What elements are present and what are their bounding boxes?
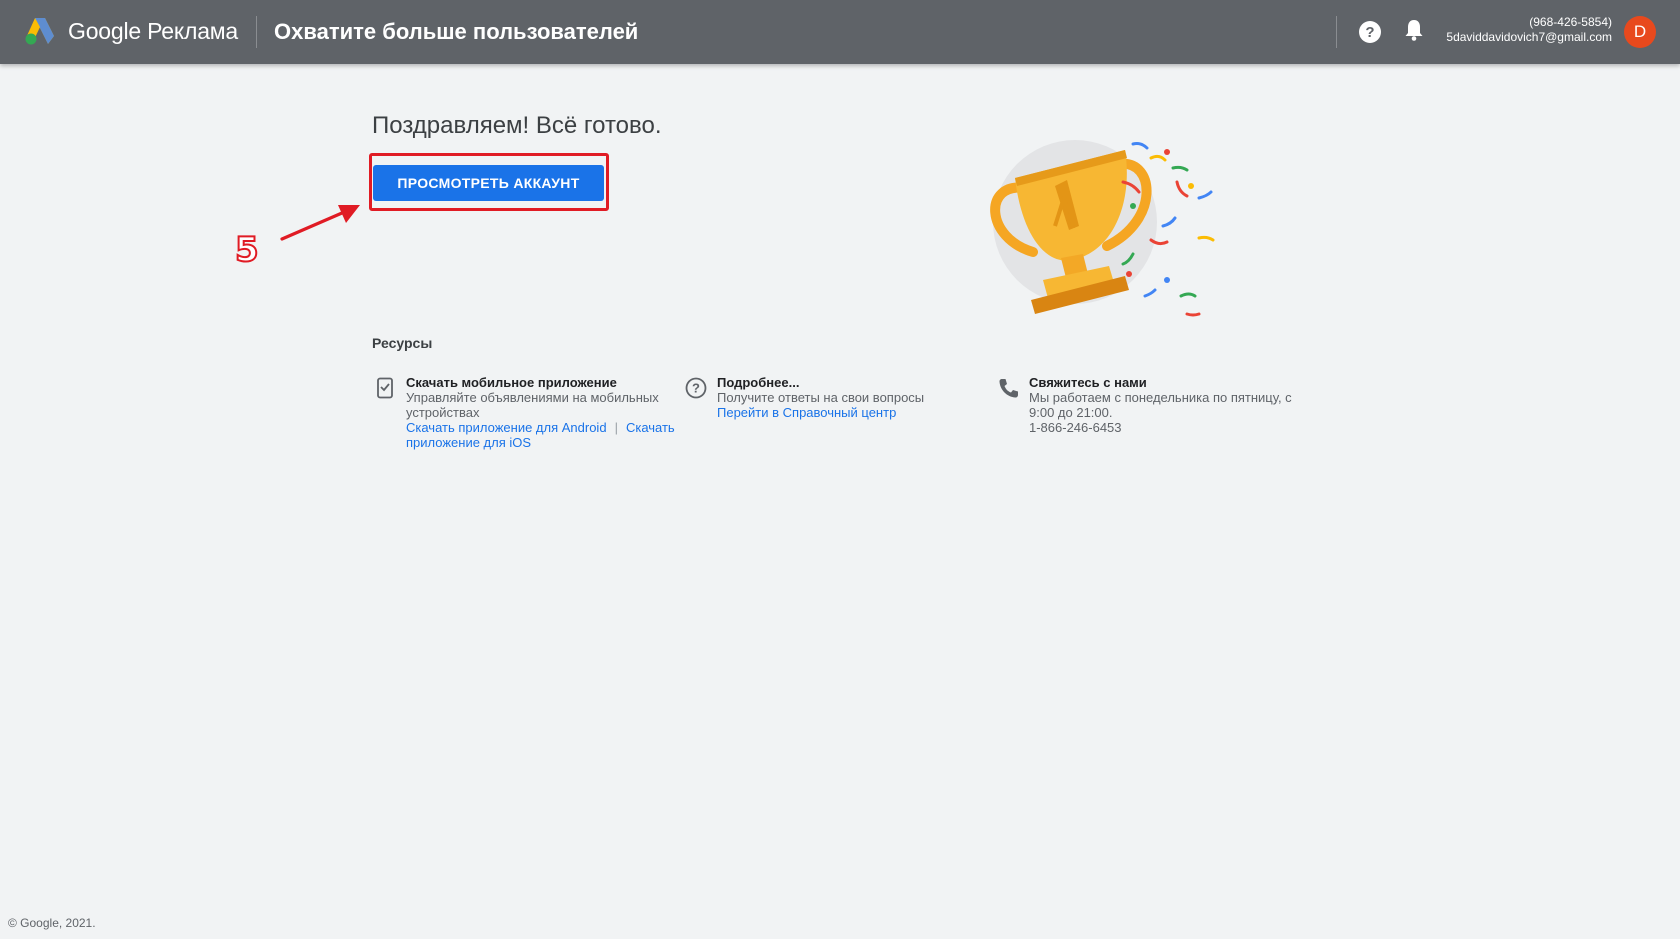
support-phone: 1-866-246-6453 [1029,420,1122,435]
link-separator: | [614,420,618,435]
avatar[interactable]: D [1624,16,1656,48]
top-app-bar: Google Реклама Охватите больше пользоват… [0,0,1680,64]
resources-heading: Ресурсы [372,335,433,351]
account-info[interactable]: (968-426-5854) 5daviddavidovich7@gmail.c… [1446,15,1612,45]
mobile-app-icon [377,377,393,399]
annotation-step-number: 5 [234,229,260,271]
android-app-link[interactable]: Скачать приложение для Android [406,420,607,435]
page-title: Охватите больше пользователей [274,19,639,44]
notifications-bell-icon[interactable] [1402,17,1426,43]
header-divider-right [1336,16,1337,48]
svg-text:?: ? [692,381,700,396]
svg-text:?: ? [1365,24,1374,41]
resource-description: Управляйте объявлениями на мобильных уст… [406,390,659,420]
phone-icon [999,379,1018,398]
resource-description: Мы работаем с понедельника по пятницу, с… [1029,390,1292,420]
account-phone: (968-426-5854) [1529,15,1612,29]
resource-title: Подробнее... [717,375,800,390]
header-divider [256,16,257,48]
resource-description: Получите ответы на свои вопросы [717,390,925,405]
account-email: 5daviddavidovich7@gmail.com [1446,30,1612,44]
help-center-link[interactable]: Перейти в Справочный центр [717,405,896,420]
trophy-illustration-icon [990,140,1215,317]
annotation-arrow-icon [280,205,360,241]
brand-name: Google Реклама [68,18,239,44]
help-circle-icon: ? [685,377,707,399]
help-icon[interactable]: ? [1358,20,1382,44]
resource-title: Скачать мобильное приложение [406,375,617,390]
congrats-heading: Поздравляем! Всё готово. [372,112,662,139]
resource-title: Свяжитесь с нами [1029,375,1147,390]
view-account-button[interactable]: ПРОСМОТРЕТЬ АККАУНТ [373,165,604,201]
google-ads-logo-icon[interactable] [24,16,56,46]
footer-copyright: © Google, 2021. [8,916,96,930]
